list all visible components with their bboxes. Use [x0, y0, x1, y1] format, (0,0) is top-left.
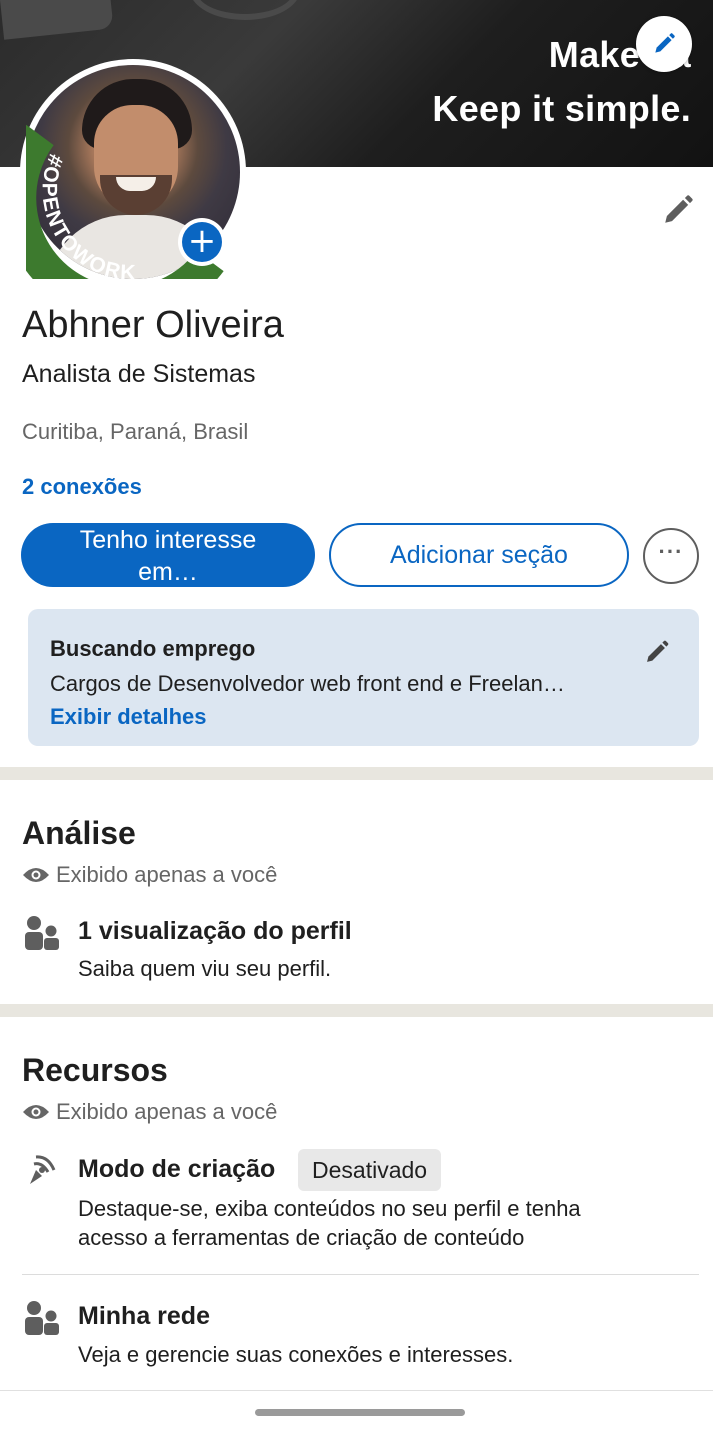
people-icon	[25, 1301, 59, 1335]
add-photo-button[interactable]: +	[178, 218, 226, 266]
analytics-visibility: Exibido apenas a você	[22, 862, 277, 888]
creator-mode-title[interactable]: Modo de criação	[78, 1155, 275, 1184]
banner-decoration	[190, 0, 300, 20]
creator-mode-description-line-1: Destaque-se, exiba conteúdos no seu perf…	[78, 1196, 581, 1221]
eye-icon	[23, 868, 49, 882]
connections-link[interactable]: 2 conexões	[22, 474, 142, 500]
analytics-title: Análise	[22, 815, 136, 851]
profile-views-title[interactable]: 1 visualização do perfil	[78, 917, 352, 946]
open-to-work-title: Buscando emprego	[50, 636, 256, 661]
creator-mode-description: Destaque-se, exiba conteúdos no seu perf…	[78, 1194, 581, 1252]
pencil-icon	[665, 195, 693, 223]
home-indicator[interactable]	[255, 1409, 465, 1416]
more-button[interactable]: ···	[643, 528, 699, 584]
profile-name: Abhner Oliveira	[22, 304, 284, 346]
add-section-button[interactable]: Adicionar seção	[329, 523, 629, 587]
bottom-border	[0, 1390, 713, 1391]
pencil-icon	[647, 640, 669, 662]
profile-headline: Analista de Sistemas	[22, 360, 256, 388]
plus-icon: +	[182, 222, 222, 262]
open-to-button-line-2: em…	[138, 558, 198, 586]
resources-visibility: Exibido apenas a você	[22, 1099, 277, 1125]
list-separator	[22, 1274, 699, 1275]
edit-banner-button[interactable]	[636, 16, 692, 72]
open-to-work-card[interactable]: Buscando emprego Cargos de Desenvolvedor…	[28, 609, 699, 746]
open-to-button-line-1: Tenho interesse	[79, 526, 257, 554]
analytics-visibility-text: Exibido apenas a você	[56, 862, 278, 887]
banner-line-2: Keep it simple.	[432, 88, 691, 129]
section-divider	[0, 767, 713, 780]
show-details-link[interactable]: Exibir detalhes	[50, 704, 207, 730]
open-to-work-description: Cargos de Desenvolvedor web front end e …	[50, 671, 565, 696]
open-to-button[interactable]: Tenho interesse em…	[21, 523, 315, 587]
section-divider	[0, 1004, 713, 1017]
edit-profile-button[interactable]	[658, 190, 698, 230]
broadcast-icon	[30, 1155, 56, 1184]
banner-decoration	[0, 0, 114, 40]
edit-open-to-work-button[interactable]	[640, 635, 674, 669]
people-icon	[25, 916, 59, 950]
more-icon: ···	[658, 539, 684, 564]
creator-mode-status-badge: Desativado	[298, 1149, 442, 1191]
profile-views-description: Saiba quem viu seu perfil.	[78, 956, 332, 981]
pencil-icon	[655, 33, 675, 53]
my-network-title[interactable]: Minha rede	[78, 1302, 210, 1331]
profile-location: Curitiba, Paraná, Brasil	[22, 419, 249, 444]
resources-title: Recursos	[22, 1052, 168, 1088]
my-network-description: Veja e gerencie suas conexões e interess…	[78, 1342, 514, 1367]
creator-mode-description-line-2: acesso a ferramentas de criação de conte…	[78, 1225, 525, 1250]
resources-visibility-text: Exibido apenas a você	[56, 1099, 278, 1124]
eye-icon	[23, 1105, 49, 1119]
